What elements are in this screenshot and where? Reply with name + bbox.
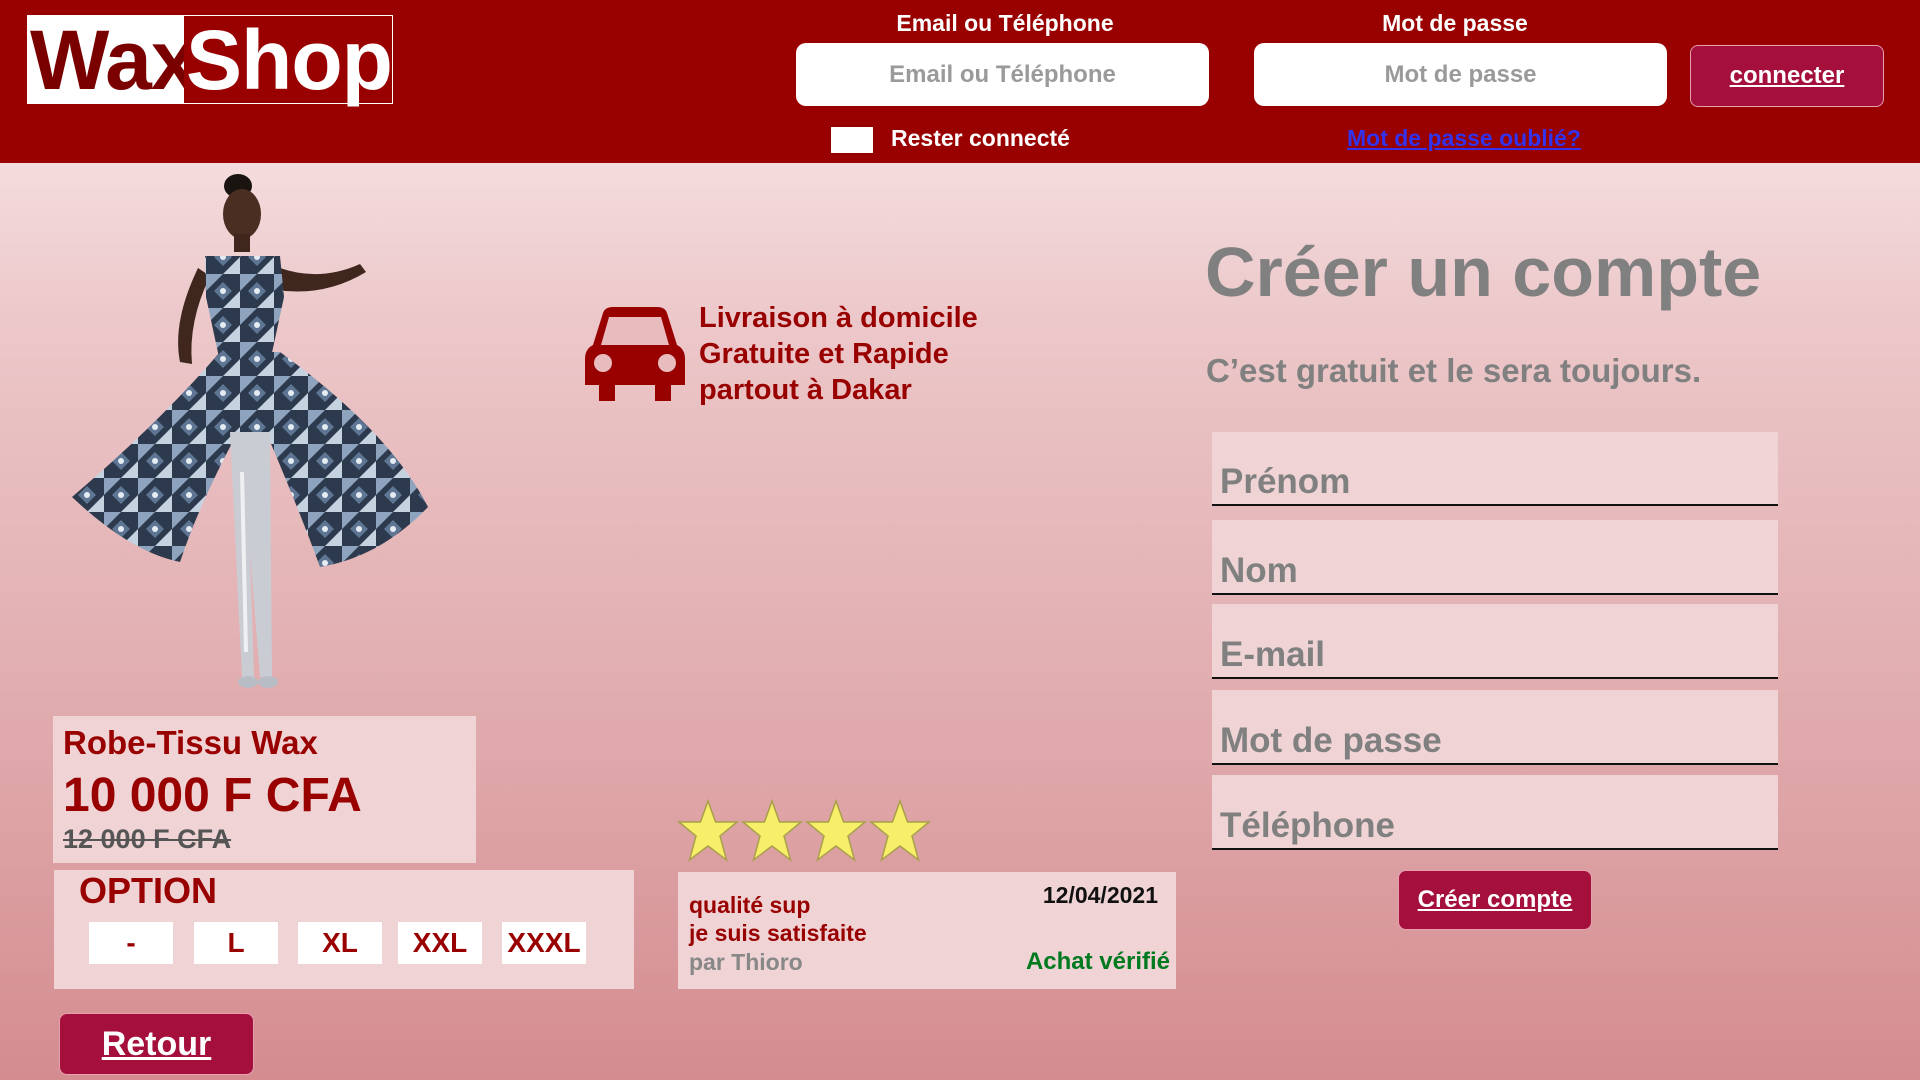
register-title: Créer un compte <box>1205 233 1762 311</box>
product-info-box: Robe-Tissu Wax 10 000 F CFA 12 000 F CFA <box>53 716 476 863</box>
logo-wax: Wax <box>28 16 185 103</box>
lastname-label: Nom <box>1220 551 1298 590</box>
review-card: qualité sup je suis satisfaite par Thior… <box>678 872 1176 989</box>
delivery-info: Livraison à domicile Gratuite et Rapide … <box>699 300 978 408</box>
email-label: Email ou Téléphone <box>896 10 1114 36</box>
delivery-line-1: Livraison à domicile <box>699 302 978 334</box>
star-icon <box>805 798 867 862</box>
waxshop-logo[interactable]: Wax Shop <box>27 13 393 107</box>
delivery-line-2: Gratuite et Rapide <box>699 338 949 370</box>
phone-field-label: Téléphone <box>1220 806 1396 845</box>
password-label: Mot de passe <box>1382 10 1528 36</box>
email-field-label: E-mail <box>1220 635 1326 674</box>
review-date: 12/04/2021 <box>1042 882 1158 908</box>
register-subtitle: C’est gratuit et le sera toujours. <box>1206 352 1702 389</box>
firstname-field[interactable]: Prénom <box>1212 432 1778 506</box>
lastname-field[interactable]: Nom <box>1212 520 1778 595</box>
phone-field[interactable]: Téléphone <box>1212 775 1778 850</box>
size-button-none[interactable]: - <box>89 922 173 964</box>
size-button-l[interactable]: L <box>194 922 278 964</box>
rating-stars <box>677 798 931 868</box>
remember-me-checkbox[interactable] <box>831 127 873 153</box>
option-title: OPTION <box>79 870 218 911</box>
logo-shop: Shop <box>186 13 393 107</box>
review-text-2: je suis satisfaite <box>689 920 867 946</box>
verified-purchase-badge: Achat vérifié <box>1025 948 1170 975</box>
header-bar: Wax Shop Email ou Téléphone Mot de passe… <box>0 0 1920 163</box>
review-text-1: qualité sup <box>689 892 811 918</box>
star-icon <box>741 798 803 862</box>
size-button-xl[interactable]: XL <box>298 922 382 964</box>
forgot-password-link[interactable]: Mot de passe oublié? <box>1347 125 1581 152</box>
connect-button[interactable]: connecter <box>1690 45 1884 107</box>
product-price: 10 000 F CFA <box>63 769 362 822</box>
password-field-label: Mot de passe <box>1220 721 1442 760</box>
email-field[interactable]: E-mail <box>1212 604 1778 679</box>
size-option-box: OPTION - L XL XXL XXXL <box>54 870 634 989</box>
firstname-label: Prénom <box>1220 462 1351 501</box>
login-password-input[interactable] <box>1254 43 1667 106</box>
remember-me-label: Rester connecté <box>891 125 1070 151</box>
product-model-image <box>72 174 428 688</box>
create-account-button[interactable]: Créer compte <box>1398 870 1592 930</box>
car-icon <box>585 307 685 401</box>
product-old-price: 12 000 F CFA <box>63 824 232 854</box>
back-button[interactable]: Retour <box>59 1013 254 1075</box>
review-author: par Thioro <box>689 949 803 975</box>
size-button-xxxl[interactable]: XXXL <box>502 922 586 964</box>
size-button-xxl[interactable]: XXL <box>398 922 482 964</box>
star-icon <box>869 798 931 862</box>
password-field[interactable]: Mot de passe <box>1212 690 1778 765</box>
star-icon <box>677 798 739 862</box>
delivery-line-3: partout à Dakar <box>699 374 912 406</box>
product-name: Robe-Tissu Wax <box>63 724 318 761</box>
login-email-input[interactable] <box>796 43 1209 106</box>
